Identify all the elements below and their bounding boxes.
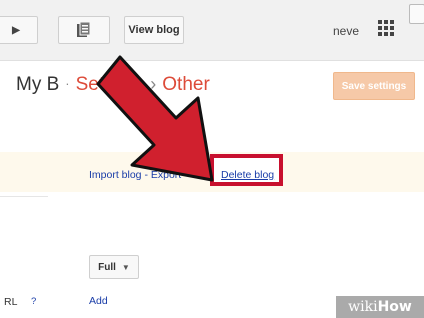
pages-icon	[77, 21, 91, 37]
view-blog-button[interactable]: View blog	[124, 16, 184, 44]
import-export-link[interactable]: Import blog - Export	[89, 169, 181, 181]
breadcrumb-settings[interactable]: Settings	[76, 74, 145, 95]
pages-button[interactable]	[58, 16, 110, 44]
user-name[interactable]: neve	[333, 24, 359, 38]
breadcrumb-current: Other	[162, 74, 210, 95]
delete-blog-link[interactable]: Delete blog	[221, 169, 274, 181]
grid-icon[interactable]	[378, 20, 394, 36]
url-label: RL	[4, 296, 18, 308]
back-button[interactable]: ▶	[0, 16, 38, 44]
wikihow-watermark: wiki How	[336, 296, 424, 318]
add-link[interactable]: Add	[89, 295, 108, 307]
feed-select-value: Full	[98, 261, 116, 273]
top-bar: ▶ View blog neve	[0, 0, 424, 61]
breadcrumb-blog[interactable]: My B	[16, 74, 59, 95]
divider	[0, 196, 48, 197]
chevron-right-icon: ▶	[12, 24, 20, 36]
breadcrumb-separator: ›	[150, 74, 157, 94]
breadcrumb: My B · Settings › Other	[16, 74, 210, 96]
help-link[interactable]: ?	[31, 296, 36, 307]
breadcrumb-separator: ·	[65, 76, 70, 91]
notifications-icon[interactable]	[409, 4, 424, 24]
chevron-down-icon: ▼	[121, 262, 130, 272]
save-settings-button[interactable]: Save settings	[333, 72, 415, 100]
feed-select[interactable]: Full ▼	[89, 255, 139, 279]
watermark-part2: How	[377, 299, 412, 315]
watermark-part1: wiki	[348, 299, 378, 315]
